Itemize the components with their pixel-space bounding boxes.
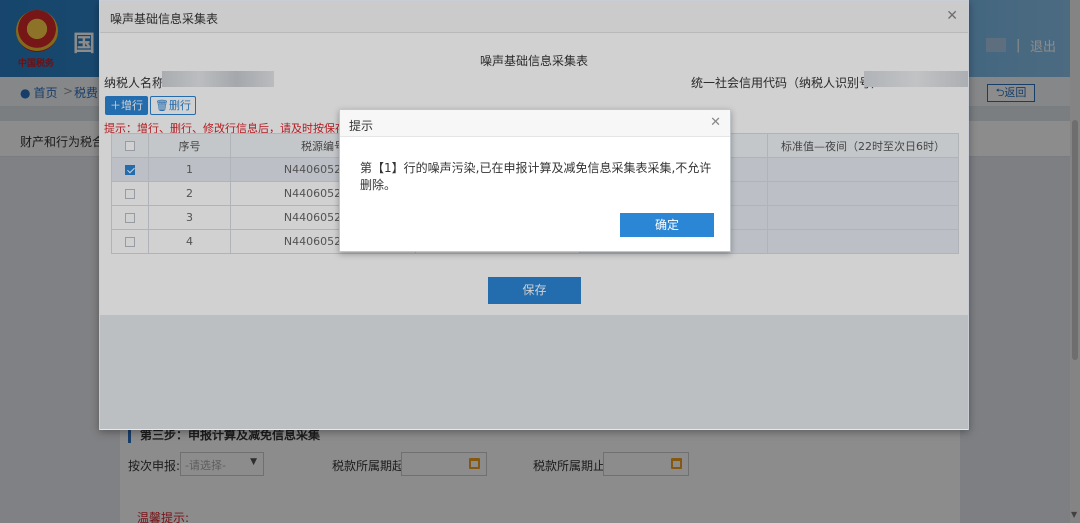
alert-header: 提示 ✕ <box>340 110 730 137</box>
alert-message: 第【1】行的噪声污染,已在申报计算及减免信息采集表采集,不允许删除。 <box>360 161 712 192</box>
close-icon[interactable]: ✕ <box>710 115 721 130</box>
confirm-button[interactable]: 确定 <box>620 213 714 237</box>
alert-title: 提示 <box>349 119 374 133</box>
alert-dialog: 提示 ✕ 第【1】行的噪声污染,已在申报计算及减免信息采集表采集,不允许删除。 … <box>339 109 731 252</box>
